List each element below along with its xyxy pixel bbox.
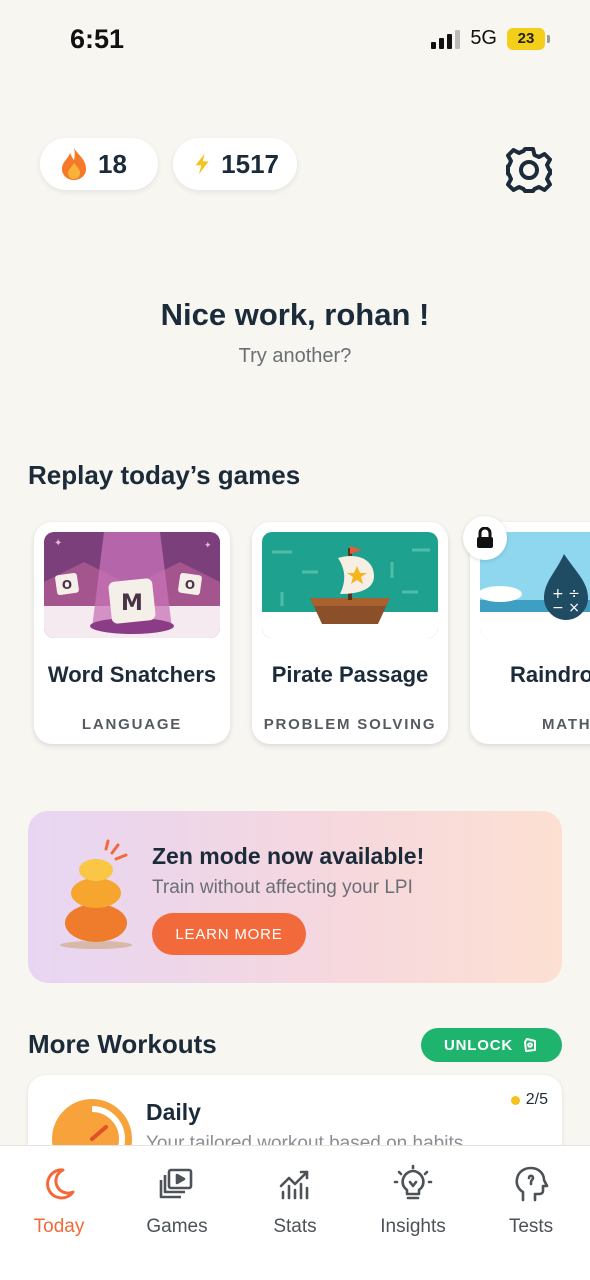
game-category: LANGUAGE (81, 716, 183, 733)
network-label: 5G (470, 27, 497, 49)
bottom-tab-bar: Today Games Stats Insights Tests (0, 1145, 590, 1280)
progress-dot (510, 1095, 520, 1105)
game-category: PROBLEM SOLVING (263, 716, 437, 733)
game-card-pirate-passage[interactable]: Pirate Passage PROBLEM SOLVING (252, 522, 448, 744)
lightbulb-icon (393, 1164, 433, 1200)
game-name: Raindro (510, 662, 590, 687)
stats-icon (279, 1170, 309, 1200)
unlock-button[interactable]: UNLOCK (421, 1028, 562, 1062)
tab-stats[interactable]: Stats (240, 1164, 350, 1238)
tab-insights[interactable]: Insights (358, 1164, 468, 1238)
svg-text:✦: ✦ (204, 541, 212, 551)
more-workouts-title: More Workouts (28, 1029, 217, 1059)
stacked-stones-icon (60, 839, 132, 949)
tab-label: Tests (508, 1216, 554, 1237)
zen-title: Zen mode now available! (152, 843, 425, 869)
unlock-label: UNLOCK (444, 1036, 513, 1054)
tab-games[interactable]: Games (122, 1164, 232, 1238)
zen-subtitle: Train without affecting your LPI (152, 877, 413, 898)
workout-progress-label: 2/5 (525, 1091, 548, 1108)
svg-text:− ×: − × (552, 600, 580, 616)
zen-mode-banner[interactable]: Zen mode now available! Train without af… (28, 811, 562, 983)
streak-count: 18 (98, 148, 127, 179)
tab-label: Games (146, 1216, 208, 1237)
lpi-value: 1517 (221, 148, 279, 179)
lightning-icon (195, 153, 209, 175)
game-category: MATH (542, 716, 590, 733)
greeting-subtitle: Try another? (238, 345, 352, 367)
tile-letter-o-left: O (62, 578, 72, 592)
letter-tile: M (108, 578, 156, 624)
lock-badge (463, 516, 507, 560)
greeting-title: Nice work, rohan ! (160, 297, 430, 332)
game-name: Pirate Passage (271, 662, 429, 687)
unlock-tag-icon (523, 1038, 536, 1052)
status-bar: 6:51 5G 23 (0, 0, 590, 80)
tab-label: Today (33, 1216, 85, 1237)
signal-icon (431, 29, 461, 49)
games-icon (159, 1168, 193, 1199)
battery-icon: 23 (507, 27, 550, 50)
tab-label: Insights (380, 1216, 446, 1237)
replay-section-title: Replay today’s games (28, 460, 301, 490)
workout-title: Daily (146, 1099, 201, 1125)
svg-text:✦: ✦ (54, 538, 62, 549)
lpi-pill[interactable]: 1517 (173, 138, 297, 190)
game-card-word-snatchers[interactable]: ✦ ✦ M O O Word Snatchers LANGUAGE (34, 522, 230, 744)
tab-today[interactable]: Today (4, 1164, 114, 1238)
flame-icon (62, 148, 86, 180)
battery-level: 23 (507, 27, 545, 50)
pirate-passage-art (262, 532, 438, 638)
status-indicators: 5G 23 (431, 27, 550, 50)
gear-icon[interactable] (505, 146, 553, 194)
workout-progress: 2/5 (510, 1091, 548, 1109)
lock-icon (477, 527, 493, 548)
streak-pill[interactable]: 18 (40, 138, 158, 190)
head-profile-icon (515, 1166, 549, 1202)
tile-letter-m: M (121, 591, 143, 616)
learn-more-button[interactable]: LEARN MORE (152, 913, 306, 955)
tab-tests[interactable]: Tests (476, 1164, 586, 1238)
tab-label: Stats (273, 1216, 317, 1237)
status-time: 6:51 (70, 24, 125, 54)
game-name: Word Snatchers (47, 662, 217, 687)
moon-icon (46, 1168, 75, 1200)
tile-letter-o-right: O (185, 578, 195, 592)
word-snatchers-art: ✦ ✦ M O O (44, 532, 220, 638)
